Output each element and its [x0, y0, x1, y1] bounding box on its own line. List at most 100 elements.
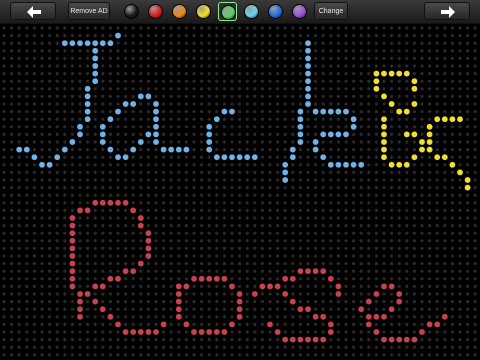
empty-hole[interactable]: [374, 322, 378, 326]
empty-hole[interactable]: [435, 110, 439, 114]
empty-hole[interactable]: [314, 125, 318, 129]
color-swatch-purple[interactable]: [290, 2, 309, 21]
empty-hole[interactable]: [344, 231, 348, 235]
empty-hole[interactable]: [260, 246, 264, 250]
empty-hole[interactable]: [25, 246, 29, 250]
empty-hole[interactable]: [177, 330, 181, 334]
peg-red[interactable]: [289, 298, 297, 305]
empty-hole[interactable]: [458, 102, 462, 106]
empty-hole[interactable]: [298, 353, 302, 357]
empty-hole[interactable]: [63, 140, 67, 144]
empty-hole[interactable]: [78, 110, 82, 114]
empty-hole[interactable]: [397, 132, 401, 136]
empty-hole[interactable]: [70, 132, 74, 136]
empty-hole[interactable]: [397, 193, 401, 197]
empty-hole[interactable]: [17, 94, 21, 98]
empty-hole[interactable]: [321, 64, 325, 68]
empty-hole[interactable]: [359, 64, 363, 68]
empty-hole[interactable]: [2, 231, 6, 235]
empty-hole[interactable]: [63, 94, 67, 98]
empty-hole[interactable]: [139, 246, 143, 250]
empty-hole[interactable]: [314, 239, 318, 243]
empty-hole[interactable]: [101, 269, 105, 273]
empty-hole[interactable]: [382, 224, 386, 228]
empty-hole[interactable]: [473, 49, 477, 53]
empty-hole[interactable]: [2, 254, 6, 258]
empty-hole[interactable]: [238, 64, 242, 68]
empty-hole[interactable]: [192, 155, 196, 159]
empty-hole[interactable]: [86, 148, 90, 152]
empty-hole[interactable]: [230, 254, 234, 258]
empty-hole[interactable]: [412, 231, 416, 235]
empty-hole[interactable]: [101, 231, 105, 235]
empty-hole[interactable]: [2, 49, 6, 53]
empty-hole[interactable]: [177, 110, 181, 114]
empty-hole[interactable]: [48, 132, 52, 136]
peg-blue[interactable]: [297, 115, 304, 123]
empty-hole[interactable]: [420, 201, 424, 205]
empty-hole[interactable]: [405, 353, 409, 357]
peg-blue[interactable]: [107, 146, 114, 153]
empty-hole[interactable]: [428, 79, 432, 83]
empty-hole[interactable]: [63, 345, 67, 349]
empty-hole[interactable]: [473, 110, 477, 114]
empty-hole[interactable]: [116, 72, 120, 76]
empty-hole[interactable]: [230, 125, 234, 129]
empty-hole[interactable]: [336, 79, 340, 83]
empty-hole[interactable]: [443, 56, 447, 61]
empty-hole[interactable]: [443, 186, 447, 190]
empty-hole[interactable]: [283, 246, 287, 250]
empty-hole[interactable]: [260, 193, 264, 197]
empty-hole[interactable]: [93, 26, 97, 30]
empty-hole[interactable]: [207, 269, 211, 273]
empty-hole[interactable]: [55, 56, 59, 61]
empty-hole[interactable]: [131, 322, 135, 326]
empty-hole[interactable]: [78, 353, 82, 357]
empty-hole[interactable]: [2, 178, 6, 182]
empty-hole[interactable]: [48, 140, 52, 144]
empty-hole[interactable]: [131, 193, 135, 197]
peg-blue[interactable]: [129, 100, 137, 108]
empty-hole[interactable]: [207, 94, 211, 98]
empty-hole[interactable]: [245, 277, 249, 281]
empty-hole[interactable]: [458, 87, 462, 91]
empty-hole[interactable]: [116, 178, 120, 182]
empty-hole[interactable]: [336, 269, 340, 273]
empty-hole[interactable]: [443, 246, 447, 250]
peg-yellow[interactable]: [411, 153, 418, 161]
empty-hole[interactable]: [321, 208, 325, 212]
empty-hole[interactable]: [154, 155, 158, 159]
empty-hole[interactable]: [458, 72, 462, 76]
empty-hole[interactable]: [352, 254, 356, 258]
empty-hole[interactable]: [268, 330, 272, 334]
empty-hole[interactable]: [70, 292, 74, 296]
empty-hole[interactable]: [382, 163, 386, 167]
peg-yellow[interactable]: [411, 77, 418, 85]
empty-hole[interactable]: [420, 292, 424, 296]
empty-hole[interactable]: [374, 125, 378, 129]
empty-hole[interactable]: [32, 117, 37, 121]
empty-hole[interactable]: [184, 117, 188, 121]
empty-hole[interactable]: [86, 186, 90, 190]
empty-hole[interactable]: [169, 284, 173, 288]
empty-hole[interactable]: [390, 87, 394, 91]
empty-hole[interactable]: [283, 140, 287, 144]
empty-hole[interactable]: [192, 353, 196, 357]
empty-hole[interactable]: [314, 284, 318, 288]
peg-yellow[interactable]: [380, 131, 388, 138]
empty-hole[interactable]: [230, 201, 234, 205]
empty-hole[interactable]: [32, 292, 37, 296]
empty-hole[interactable]: [374, 26, 378, 30]
peg-red[interactable]: [357, 305, 365, 313]
empty-hole[interactable]: [268, 277, 272, 281]
empty-hole[interactable]: [321, 284, 325, 288]
empty-hole[interactable]: [473, 41, 477, 45]
empty-hole[interactable]: [298, 239, 302, 243]
empty-hole[interactable]: [405, 322, 409, 326]
empty-hole[interactable]: [374, 163, 378, 167]
empty-hole[interactable]: [390, 193, 394, 197]
peg-yellow[interactable]: [456, 169, 464, 176]
empty-hole[interactable]: [435, 284, 439, 288]
peg-yellow[interactable]: [441, 115, 449, 123]
empty-hole[interactable]: [177, 79, 181, 83]
